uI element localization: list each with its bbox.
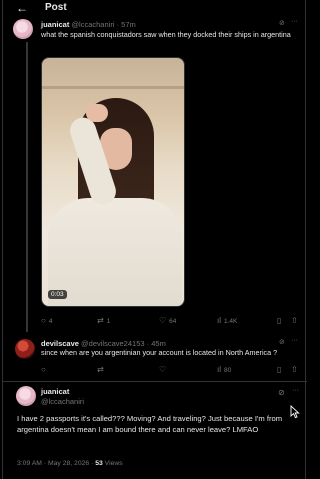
post-page: ← Post juanicat @lccachaniri · 57m ⊘ ···… [2,0,307,479]
more-icon[interactable]: ··· [292,387,299,394]
post-time[interactable]: · 45m [147,339,166,348]
video-duration: 0:03 [48,290,67,299]
page-title: Post [45,2,67,13]
grok-icon[interactable]: ⊘ [278,389,286,397]
reply-count: 4 [48,317,53,325]
views-button[interactable]: ıl 80 [217,366,231,374]
tweet-author[interactable]: devilscave @devilscave24153 · 45m [41,339,166,348]
post-time[interactable]: · 57m [117,20,136,29]
grok-icon[interactable]: ⊘ [279,339,287,347]
post-timestamp[interactable]: 3:09 AM · May 28, 2026 · [17,460,93,467]
retweet-button[interactable]: ⇄ 1 [97,317,110,325]
tweet-actions: ○ 4 ⇄ 1 ♡ 64 ıl 1.4K ▯ ⇧ [41,317,299,329]
retweet-icon: ⇄ [97,316,104,325]
view-count: 53 [95,460,103,467]
video-player[interactable]: 0:03 [41,57,185,307]
bookmark-icon: ▯ [277,316,282,325]
heart-icon: ♡ [159,316,167,325]
retweet-icon: ⇄ [97,365,104,374]
back-arrow-icon[interactable]: ← [16,1,30,15]
avatar[interactable] [13,19,33,39]
display-name[interactable]: juanicat [41,387,84,396]
share-icon: ⇧ [291,365,298,374]
share-button[interactable]: ⇧ [291,366,298,374]
share-icon: ⇧ [291,316,298,325]
reply-button[interactable]: ○ [41,366,49,374]
like-button[interactable]: ♡ [159,366,169,374]
post-timestamp-row: 3:09 AM · May 28, 2026 · 53 Views [17,460,123,467]
retweet-button[interactable]: ⇄ [97,366,107,374]
heart-icon: ♡ [159,365,167,374]
views-label: Views [104,460,123,467]
view-count: 1.4K [224,317,238,325]
grok-icon[interactable]: ⊘ [279,20,287,28]
avatar[interactable] [15,339,35,359]
tweet-author[interactable]: juanicat @lccachaniri [41,387,84,406]
more-icon[interactable]: ··· [291,18,298,25]
handle[interactable]: @lccachaniri [71,20,114,29]
bar-chart-icon: ıl [217,316,221,325]
tweet-text: I have 2 passports it's called??? Moving… [17,414,283,434]
thread-line [26,42,28,332]
reply-button[interactable]: ○ 4 [41,317,52,325]
bookmark-button[interactable]: ▯ [277,366,281,374]
bookmark-icon: ▯ [277,365,282,374]
person-sweater [48,198,182,306]
handle[interactable]: @devilscave24153 [81,339,145,348]
bookmark-button[interactable]: ▯ [277,317,281,325]
tweet-author[interactable]: juanicat @lccachaniri · 57m [41,20,136,29]
display-name[interactable]: devilscave [41,339,79,348]
speech-bubble-icon: ○ [41,365,46,374]
views-button[interactable]: ıl 1.4K [217,317,237,325]
retweet-count: 1 [106,317,111,325]
page-header: ← Post [3,0,307,18]
like-button[interactable]: ♡ 64 [159,317,176,325]
person-hand [86,104,108,122]
tweet-text: since when are you argentinian your acco… [41,348,278,357]
share-button[interactable]: ⇧ [291,317,298,325]
mouse-cursor-icon [290,405,300,419]
display-name[interactable]: juanicat [41,20,69,29]
tweet-text: what the spanish conquistadors saw when … [41,30,291,39]
tweet-actions: ○ ⇄ ♡ ıl 80 ▯ ⇧ [41,366,299,378]
view-count: 80 [224,366,232,374]
divider [3,381,307,382]
handle[interactable]: @lccachaniri [41,397,84,406]
like-count: 64 [169,317,177,325]
more-icon[interactable]: ··· [291,337,298,344]
bar-chart-icon: ıl [217,365,221,374]
avatar[interactable] [16,386,36,406]
speech-bubble-icon: ○ [41,316,46,325]
background-shelf [42,86,184,89]
